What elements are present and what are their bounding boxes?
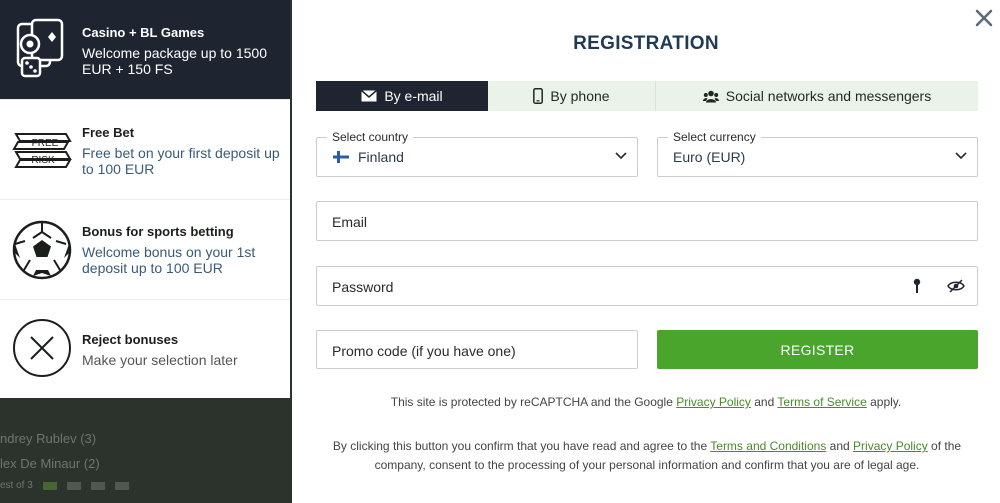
phone-icon [533,88,544,104]
background-stat-icon [90,481,105,490]
soccer-ball-icon [12,220,72,280]
eye-hidden-icon[interactable] [947,279,965,293]
users-icon [702,90,719,102]
free-risk-icon: FREE RISK [12,133,72,168]
reject-x-icon [13,319,71,377]
legal-notice: By clicking this button you confirm that… [332,437,962,475]
background-player-1: ndrey Rublev (3) [0,431,97,446]
tab-by-phone[interactable]: By phone [488,81,656,111]
registration-tabs: By e-mail By phone Social networks and m… [316,81,978,111]
legal-privacy-policy-link[interactable]: Privacy Policy [853,439,928,453]
background-best-of: est of 3 [0,480,33,491]
email-field[interactable]: Email [316,201,978,241]
tab-by-email[interactable]: By e-mail [316,81,488,111]
bonus-option-sports[interactable]: Bonus for sports betting Welcome bonus o… [0,200,290,300]
terms-of-service-link[interactable]: Terms of Service [777,395,866,409]
tab-label: Social networks and messengers [725,88,932,104]
bonus-description: Welcome bonus on your 1st deposit up to … [82,244,256,276]
chevron-down-icon [955,152,967,160]
key-icon[interactable] [913,278,921,294]
email-placeholder: Email [332,214,368,230]
currency-label: Select currency [668,130,761,144]
country-value: Finland [358,149,404,165]
bonus-description: Free bet on your first deposit up to 100… [82,145,280,177]
tab-label: By phone [550,88,610,104]
currency-select[interactable]: Select currency Euro (EUR) [657,130,978,177]
bonus-title: Casino + BL Games [82,25,205,40]
background-stat-icon [66,481,81,490]
background-player-2: lex De Minaur (2) [0,456,100,471]
finland-flag-icon [333,151,349,163]
background-match-info: est of 3 [0,480,129,491]
password-field[interactable]: Password [316,266,978,306]
bonus-title: Bonus for sports betting [82,224,234,239]
casino-chips-icon [16,18,64,78]
bonus-option-casino[interactable]: Casino + BL Games Welcome package up to … [0,0,290,100]
chevron-down-icon [615,152,627,160]
registration-title: REGISTRATION [573,33,719,54]
country-label: Select country [327,130,414,144]
legal-text: By clicking this button you confirm that… [332,439,711,453]
bonus-title: Reject bonuses [82,332,179,347]
country-select[interactable]: Select country Finland [316,130,638,177]
tab-social-networks[interactable]: Social networks and messengers [656,81,978,111]
bonus-description: Make your selection later [82,352,238,368]
register-button[interactable]: REGISTER [657,330,978,369]
promo-code-field[interactable]: Promo code (if you have one) [316,330,638,369]
bonus-option-reject[interactable]: Reject bonuses Make your selection later [0,300,290,398]
recaptcha-text: apply. [866,395,902,409]
registration-modal: REGISTRATION By e-mail By phone Social n… [292,0,1000,503]
bonus-title: Free Bet [82,125,135,140]
recaptcha-text: and [750,395,778,409]
password-placeholder: Password [332,279,394,295]
free-badge-text: FREE [32,138,59,149]
background-stat-icon [42,481,57,490]
risk-badge-text: RISK [31,155,55,166]
background-stat-icon [114,481,129,490]
bonus-option-free-bet[interactable]: FREE RISK Free Bet Free bet on your firs… [0,100,290,200]
terms-and-conditions-link[interactable]: Terms and Conditions [710,439,826,453]
recaptcha-notice: This site is protected by reCAPTCHA and … [292,395,1000,409]
privacy-policy-link[interactable]: Privacy Policy [676,395,751,409]
bonus-panel: Casino + BL Games Welcome package up to … [0,0,290,398]
tab-label: By e-mail [384,88,443,104]
currency-value: Euro (EUR) [673,149,746,165]
bonus-description: Welcome package up to 1500 EUR + 150 FS [82,45,267,77]
envelope-icon [361,90,378,102]
recaptcha-text: This site is protected by reCAPTCHA and … [390,395,677,409]
close-icon[interactable] [974,8,994,28]
promo-code-placeholder: Promo code (if you have one) [332,343,516,359]
legal-text: and [826,439,854,453]
